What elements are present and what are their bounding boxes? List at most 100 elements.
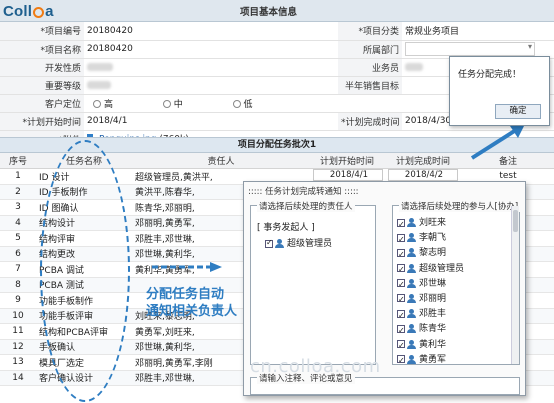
participant-item[interactable]: 黄利华 xyxy=(397,338,464,353)
user-icon xyxy=(407,309,416,319)
task-start-field[interactable]: 2018/4/1 xyxy=(313,168,383,181)
task-cell-no: 13 xyxy=(0,354,36,371)
plan-start-value[interactable]: 2018/4/1 xyxy=(84,112,338,131)
radio-high-label: 高 xyxy=(104,99,114,110)
participant-item[interactable]: 邓胜丰 xyxy=(397,307,464,323)
radio-mid[interactable] xyxy=(162,100,171,108)
dev-nature-label: 开发性质 xyxy=(0,58,84,77)
participant-checkbox[interactable] xyxy=(397,262,405,277)
logo-ring-icon xyxy=(33,6,45,18)
participant-checkbox[interactable] xyxy=(397,353,405,368)
project-name-label: *项目名称 xyxy=(0,40,84,59)
task-end-field[interactable]: 2018/4/2 xyxy=(388,168,458,181)
participant-name: 邓世琳 xyxy=(419,278,447,289)
arrow-up-icon xyxy=(470,122,526,160)
colloa-logo: Coll a xyxy=(3,0,54,22)
department-dropdown[interactable] xyxy=(405,42,535,56)
task-cell-no: 11 xyxy=(0,323,36,340)
participant-checkbox[interactable] xyxy=(397,217,405,232)
task-col-header: 计划开始时间 xyxy=(310,153,384,169)
participant-checkbox[interactable] xyxy=(397,247,405,262)
task-cell-no: 5 xyxy=(0,230,36,247)
department-label: 所属部门 xyxy=(338,40,402,59)
comment-group[interactable]: 请输入注释、评论或意见 xyxy=(250,372,520,395)
user-icon xyxy=(407,218,416,227)
user-icon xyxy=(407,278,416,288)
importance-label: 重要等级 xyxy=(0,76,84,95)
initiator-group-label: [ 事务发起人 ] xyxy=(257,223,315,233)
participant-name: 陈青华 xyxy=(419,324,447,335)
logo-text-tail: a xyxy=(45,2,54,20)
task-cell-no: 2 xyxy=(0,184,36,200)
participant-scrollbar[interactable] xyxy=(511,206,519,364)
radio-high[interactable] xyxy=(93,100,101,108)
user-icon xyxy=(407,263,416,273)
participant-checkbox[interactable] xyxy=(397,323,405,338)
task-cell-no: 4 xyxy=(0,215,36,231)
radio-low[interactable] xyxy=(232,100,241,108)
participant-item[interactable]: 黎志明 xyxy=(397,246,464,262)
task-cell-no: 10 xyxy=(0,308,36,324)
annotation-line-2: 通知相关负责人 xyxy=(146,304,238,319)
watermark: cn.colloa.com xyxy=(250,356,381,377)
participant-checkbox[interactable] xyxy=(397,232,405,247)
participant-name: 黎志明 xyxy=(419,248,447,259)
task-cell-name: ID 图确认 xyxy=(36,199,132,216)
project-category-select[interactable]: 常规业务项目 xyxy=(402,22,554,41)
user-icon xyxy=(407,293,416,303)
project-no-label: *项目编号 xyxy=(0,22,84,41)
importance-value[interactable] xyxy=(84,76,338,95)
half-year-target-label: 半年销售目标 xyxy=(338,76,402,95)
task-cell-name: 结构设计 xyxy=(36,215,132,231)
task-cell-name: 手板确认 xyxy=(36,339,132,355)
salesperson-label: 业务员 xyxy=(338,58,402,77)
alert-ok-button[interactable]: 确定 xyxy=(495,104,541,119)
task-cell-name: 结构和PCBA评审 xyxy=(36,323,132,340)
plan-start-label: *计划开始时间 xyxy=(0,112,84,131)
participant-item[interactable]: 邓世琳 xyxy=(397,277,464,292)
blurred-value xyxy=(87,80,111,89)
dev-nature-value[interactable] xyxy=(84,58,338,77)
user-icon xyxy=(407,354,416,364)
task-cell-name: 模具厂选定 xyxy=(36,354,132,371)
task-cell-name: PCBA 调试 xyxy=(36,261,132,278)
participant-name: 超级管理员 xyxy=(419,263,465,274)
task-cell-name: 客户确认设计 xyxy=(36,370,132,386)
project-name-value[interactable]: 20180420 xyxy=(84,40,338,59)
user-icon xyxy=(275,239,284,248)
participant-item[interactable]: 邓丽明 xyxy=(397,292,464,307)
participant-item[interactable]: 黄勇军 xyxy=(397,353,464,368)
participant-checkbox[interactable] xyxy=(397,277,405,292)
task-col-header: 计划完成时间 xyxy=(384,153,462,169)
task-cell-no: 3 xyxy=(0,199,36,216)
task-cell-name: ID 手板制作 xyxy=(36,184,132,200)
participant-item[interactable]: 刘旺来 xyxy=(397,216,464,232)
annotation-line-1: 分配任务自动 xyxy=(146,287,225,302)
task-col-header: 序号 xyxy=(0,153,36,169)
owner-item[interactable]: 超级管理员 xyxy=(265,236,332,249)
blurred-value xyxy=(405,62,423,71)
radio-mid-label: 中 xyxy=(173,99,183,110)
task-cell-name: ID 设计 xyxy=(36,168,132,185)
task-cell-no: 9 xyxy=(0,292,36,309)
participant-group-caption: 请选择后续处理的参与人[协办] xyxy=(399,200,521,212)
task-cell-name: 结构更改 xyxy=(36,246,132,262)
owner-checkbox[interactable] xyxy=(265,238,273,248)
header-bar: Coll a 项目基本信息 xyxy=(0,0,554,22)
task-cell-no: 14 xyxy=(0,370,36,386)
user-icon xyxy=(407,339,416,349)
task-cell-no: 6 xyxy=(0,246,36,262)
project-no-value[interactable]: 20180420 xyxy=(84,22,338,41)
notify-dialog-title: ::::: 任务计划完成转通知 ::::: xyxy=(248,187,359,197)
participant-checkbox[interactable] xyxy=(397,308,405,323)
participant-checkbox[interactable] xyxy=(397,292,405,307)
customer-position-label: 客户定位 xyxy=(0,94,84,113)
task-cell-no: 1 xyxy=(0,168,36,185)
participant-list: 刘旺来李朝飞黎志明超级管理员邓世琳邓丽明邓胜丰陈青华黄利华黄勇军 xyxy=(397,216,464,368)
participant-checkbox[interactable] xyxy=(397,338,405,353)
participant-item[interactable]: 陈青华 xyxy=(397,322,464,338)
logo-text: Coll xyxy=(3,2,33,20)
participant-item[interactable]: 超级管理员 xyxy=(397,262,464,277)
participant-group: 请选择后续处理的参与人[协办] 刘旺来李朝飞黎志明超级管理员邓世琳邓丽明邓胜丰陈… xyxy=(392,200,521,368)
participant-item[interactable]: 李朝飞 xyxy=(397,231,464,247)
